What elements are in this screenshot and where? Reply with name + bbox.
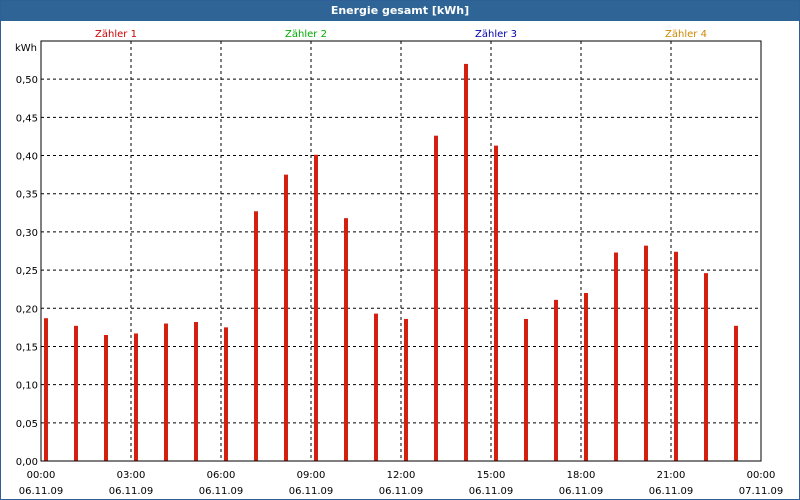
x-tick-date: 06.11.09 xyxy=(649,486,694,497)
x-tick-time: 18:00 xyxy=(567,470,596,481)
x-tick-time: 09:00 xyxy=(297,470,326,481)
y-tick-label: 0,05 xyxy=(16,419,38,430)
bar xyxy=(164,323,168,461)
bar xyxy=(734,325,738,461)
x-tick-date: 07.11.09 xyxy=(739,486,784,497)
x-tick-date: 06.11.09 xyxy=(19,486,64,497)
x-tick-time: 21:00 xyxy=(657,470,686,481)
bar xyxy=(74,325,78,461)
energy-chart: 0,00 0,05 0,10 0,15 0,20 0,25 0,30 0,35 0,40 0,45… xyxy=(15,29,784,497)
x-tick-date: 06.11.09 xyxy=(109,486,154,497)
bar xyxy=(254,211,258,461)
bar xyxy=(704,273,708,461)
bar xyxy=(524,318,528,461)
legend-entry: Zähler 1 xyxy=(95,29,137,40)
chart-window: Energie gesamt [kWh] 0,00 0,05 0,10 0,15 0,2… xyxy=(0,0,800,500)
bar xyxy=(674,251,678,461)
x-tick-date: 06.11.09 xyxy=(199,486,244,497)
x-tick-time: 03:00 xyxy=(117,470,146,481)
y-tick-label: 0,40 xyxy=(16,152,38,163)
y-tick-label: 0,15 xyxy=(16,342,38,353)
bar xyxy=(104,335,108,461)
chart-title: Energie gesamt [kWh] xyxy=(1,1,799,21)
bar xyxy=(644,245,648,461)
bar xyxy=(374,313,378,461)
x-tick-time: 00:00 xyxy=(747,470,776,481)
bar xyxy=(494,145,498,462)
bar xyxy=(464,63,468,462)
y-tick-label: 0,00 xyxy=(16,457,38,468)
bar xyxy=(344,218,348,461)
legend-entry: Zähler 4 xyxy=(665,29,707,40)
bar xyxy=(134,333,138,461)
x-tick-time: 06:00 xyxy=(207,470,236,481)
bar xyxy=(614,252,618,461)
y-tick-label: 0,20 xyxy=(16,304,38,315)
bar xyxy=(224,327,228,461)
x-tick-date: 06.11.09 xyxy=(559,486,604,497)
legend-entry: Zähler 3 xyxy=(475,29,517,40)
legend-entry: Zähler 2 xyxy=(285,29,327,40)
bar xyxy=(404,318,408,461)
y-tick-label: 0,10 xyxy=(16,381,38,392)
y-tick-label: 0,35 xyxy=(16,190,38,201)
bar xyxy=(284,174,288,462)
bar xyxy=(44,318,48,461)
y-tick-label: 0,25 xyxy=(16,266,38,277)
y-tick-label: 0,45 xyxy=(16,113,38,124)
x-tick-time: 00:00 xyxy=(27,470,56,481)
x-tick-date: 06.11.09 xyxy=(289,486,334,497)
bar xyxy=(584,293,588,461)
bar xyxy=(434,135,438,461)
x-tick-date: 06.11.09 xyxy=(379,486,424,497)
bar xyxy=(554,299,558,461)
x-tick-date: 06.11.09 xyxy=(469,486,514,497)
y-tick-label: 0,30 xyxy=(16,228,38,239)
bar xyxy=(314,154,318,462)
y-tick-label: 0,50 xyxy=(16,75,38,86)
x-tick-time: 12:00 xyxy=(387,470,416,481)
y-axis-label: kWh xyxy=(15,43,37,54)
bar xyxy=(194,322,198,461)
x-tick-time: 15:00 xyxy=(477,470,506,481)
